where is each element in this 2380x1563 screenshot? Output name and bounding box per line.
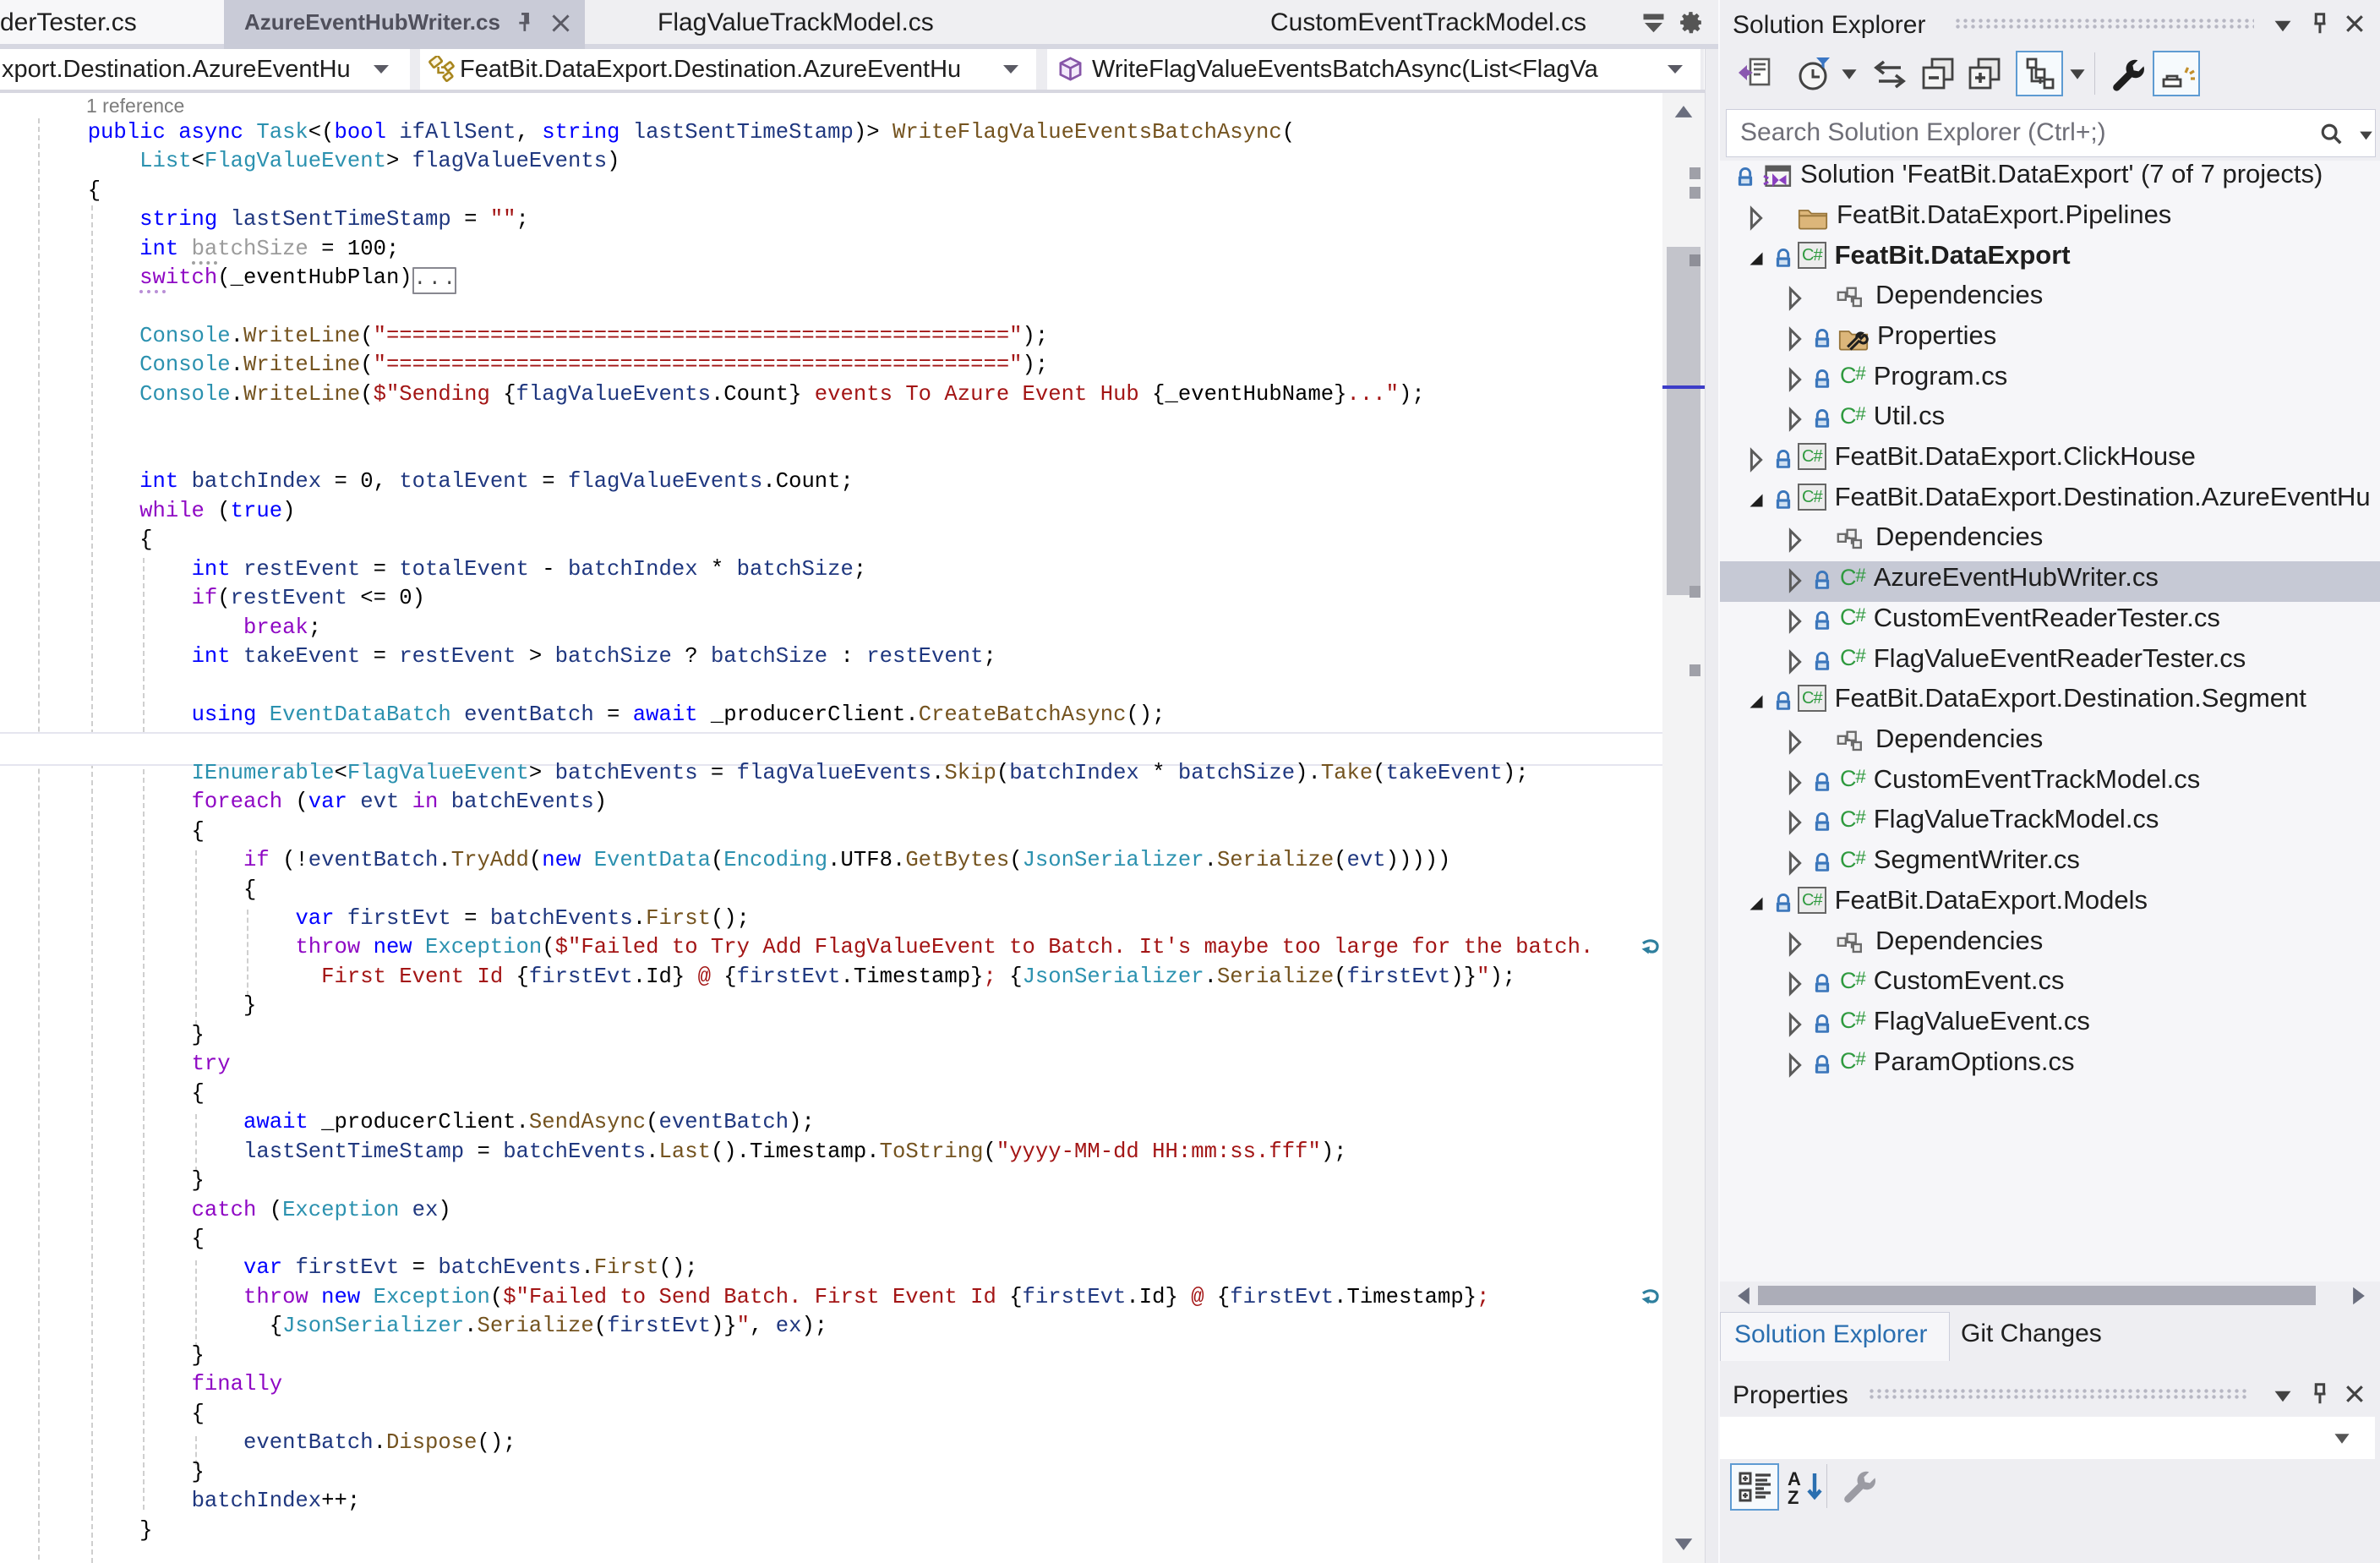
svg-text:Z: Z	[1788, 1487, 1799, 1506]
